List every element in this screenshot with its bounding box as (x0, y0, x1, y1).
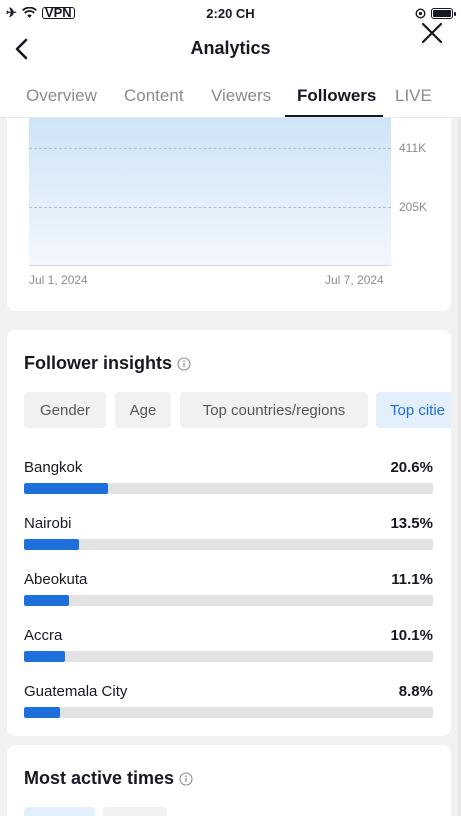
followers-chart-card: 411K 205K Jul 1, 2024 Jul 7, 2024 (7, 118, 451, 311)
battery-icon (431, 7, 456, 19)
progress-track (24, 539, 433, 550)
most-active-times-card: Most active times (7, 745, 451, 816)
status-right (415, 7, 456, 19)
most-active-times-title: Most active times (24, 768, 175, 788)
city-percent: 10.1% (390, 627, 433, 644)
back-icon[interactable] (12, 36, 34, 62)
city-name: Guatemala City (24, 683, 128, 700)
list-item: Bangkok 20.6% (24, 459, 433, 499)
progress-track (24, 483, 433, 494)
chart-area-fill (29, 118, 391, 266)
y-tick-label: 411K (399, 141, 427, 155)
location-icon (415, 7, 426, 19)
tab-content[interactable]: Content (124, 86, 184, 106)
gridline-411k (29, 148, 391, 149)
tab-live[interactable]: LIVE (395, 86, 432, 106)
progress-fill (24, 539, 80, 550)
header: Analytics (0, 22, 461, 72)
follower-insights-card: Follower insights Gender Age Top countri… (7, 330, 451, 736)
city-name: Nairobi (24, 515, 72, 532)
city-percent: 8.8% (398, 683, 433, 700)
tab-followers[interactable]: Followers (297, 86, 376, 106)
progress-track (24, 595, 433, 606)
y-tick-label: 205K (399, 200, 428, 214)
list-item: Nairobi 13.5% (24, 515, 433, 555)
tab-overview[interactable]: Overview (26, 86, 97, 106)
section-title: Follower insights (24, 353, 191, 374)
status-left: ✈ VPN (6, 5, 75, 21)
city-name: Bangkok (24, 459, 83, 476)
progress-track (24, 707, 433, 718)
progress-fill (24, 651, 66, 662)
tab-viewers[interactable]: Viewers (211, 86, 271, 106)
info-icon[interactable] (177, 356, 191, 371)
list-item: Accra 10.1% (24, 627, 433, 667)
airplane-icon: ✈ (6, 5, 17, 20)
progress-fill (24, 483, 109, 494)
list-item: Guatemala City 8.8% (24, 683, 433, 723)
active-times-chip[interactable] (103, 807, 167, 816)
chip-top-countries[interactable]: Top countries/regions (180, 392, 368, 428)
progress-fill (24, 595, 70, 606)
progress-track (24, 651, 433, 662)
tab-bar: Overview Content Viewers Followers LIVE (0, 72, 461, 118)
chip-gender[interactable]: Gender (24, 392, 106, 428)
city-percent: 20.6% (390, 459, 433, 476)
status-bar: ✈ VPN 2:20 CH (0, 0, 461, 26)
page-title: Analytics (190, 38, 271, 58)
close-icon[interactable] (419, 20, 445, 46)
x-tick-label: Jul 1, 2024 (29, 273, 88, 287)
city-percent: 11.1% (391, 571, 433, 588)
city-name: Accra (24, 627, 63, 644)
vpn-badge: VPN (41, 6, 75, 19)
progress-fill (24, 707, 60, 718)
city-name: Abeokuta (24, 571, 88, 588)
active-times-chip[interactable] (24, 807, 95, 816)
active-tab-indicator (285, 115, 383, 117)
list-item: Abeokuta 11.1% (24, 571, 433, 611)
x-tick-label: Jul 7, 2024 (325, 273, 384, 287)
wifi-icon (21, 7, 37, 18)
gridline-205k (29, 207, 391, 208)
city-percent: 13.5% (390, 515, 433, 532)
chip-top-cities[interactable]: Top citie (376, 392, 451, 428)
info-icon[interactable] (179, 771, 193, 786)
chart-baseline (29, 265, 391, 266)
chip-age[interactable]: Age (115, 392, 171, 428)
section-title: Most active times (24, 768, 193, 789)
follower-insights-title: Follower insights (24, 353, 173, 373)
insight-filter-chips: Gender Age Top countries/regions Top cit… (24, 392, 451, 428)
